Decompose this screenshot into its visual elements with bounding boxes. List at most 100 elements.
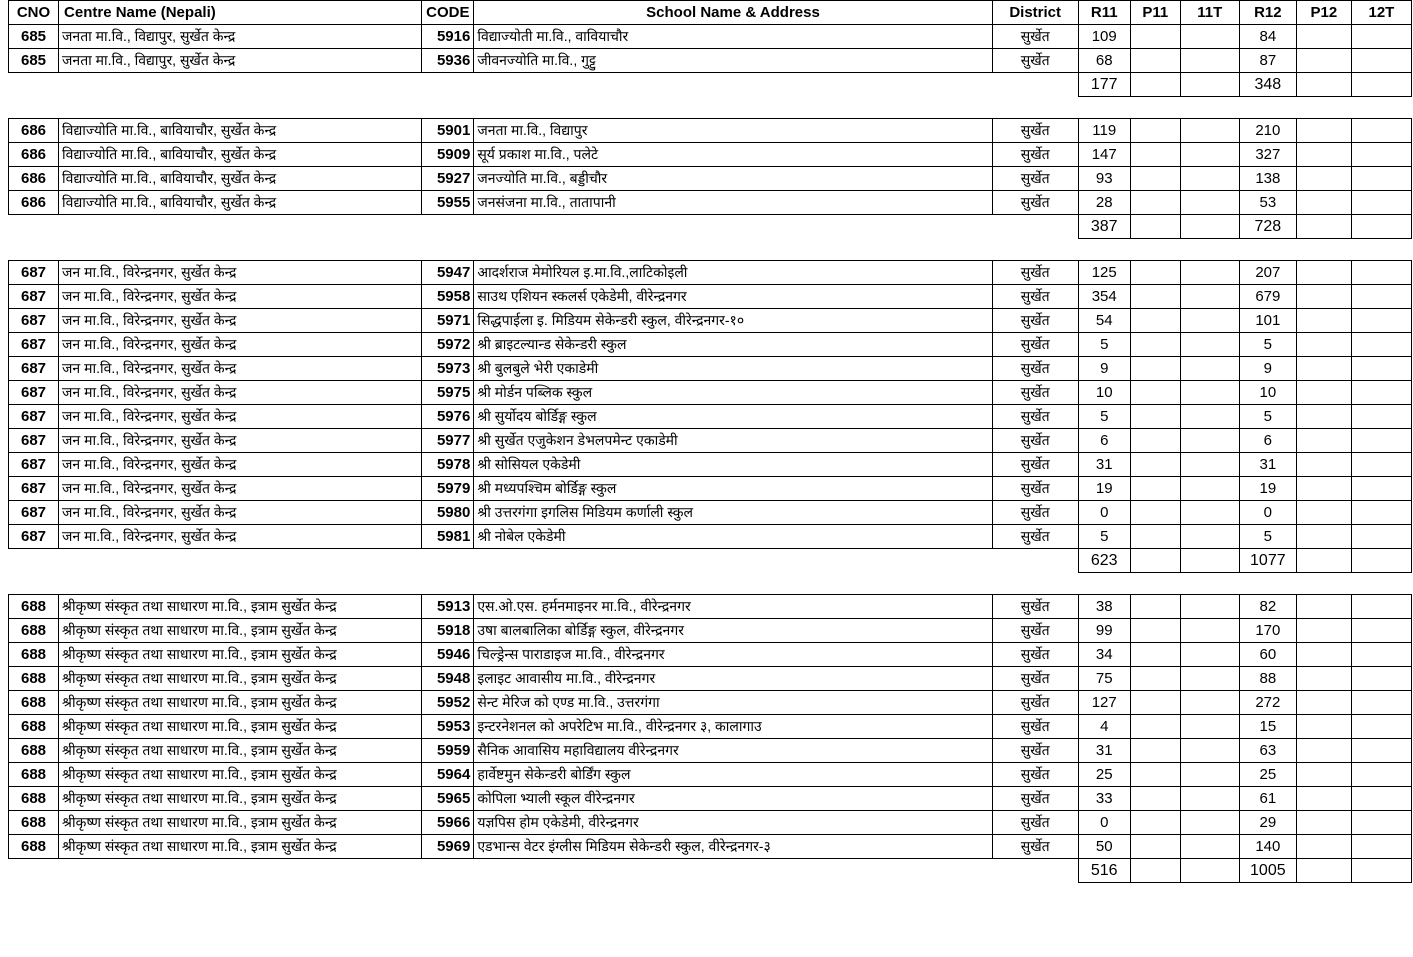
cell-school-name-text: श्री सोसियल एकेडेमी bbox=[477, 456, 581, 472]
cell-school-name: चिल्ड्रेन्स पाराडाइज मा.वि., वीरेन्द्रनग… bbox=[473, 642, 993, 667]
cell-code: 5947 bbox=[421, 260, 475, 285]
total-spacer-cell bbox=[474, 859, 992, 883]
cell-district-text: सुर्खेत bbox=[1020, 718, 1050, 734]
cell-p11 bbox=[1129, 380, 1181, 405]
cell-district: सुर्खेत bbox=[991, 48, 1079, 73]
cell-r12: 9 bbox=[1238, 356, 1297, 381]
cell-11t bbox=[1179, 594, 1240, 619]
total-spacer-cell bbox=[992, 215, 1078, 239]
cell-district: सुर्खेत bbox=[991, 810, 1079, 835]
total-p12 bbox=[1295, 214, 1352, 239]
cell-district-text: सुर्खेत bbox=[1020, 432, 1050, 448]
cell-12t bbox=[1350, 166, 1413, 191]
cell-code: 5952 bbox=[421, 690, 475, 715]
cell-school-name-text: जनज्योति मा.वि., बड्डीचौर bbox=[477, 170, 608, 186]
cell-r12: 87 bbox=[1238, 48, 1297, 73]
column-header-cno: CNO bbox=[7, 0, 60, 25]
cell-code: 5978 bbox=[421, 452, 475, 477]
cell-code: 5948 bbox=[421, 666, 475, 691]
cell-12t bbox=[1350, 308, 1413, 333]
cell-school-name-text: चिल्ड्रेन्स पाराडाइज मा.वि., वीरेन्द्रनग… bbox=[477, 646, 665, 662]
cell-cno: 688 bbox=[7, 810, 60, 835]
cell-school-name: श्री सुर्खेत एजुकेशन डेभलपमेन्ट एकाडेमी bbox=[473, 428, 993, 453]
cell-cno: 687 bbox=[7, 260, 60, 285]
cell-p12 bbox=[1295, 762, 1352, 787]
cell-11t bbox=[1179, 166, 1240, 191]
cell-centre-name-text: श्रीकृष्ण संस्कृत तथा साधारण मा.वि., इत्… bbox=[62, 598, 337, 614]
cell-12t bbox=[1350, 786, 1413, 811]
cell-code: 5969 bbox=[421, 834, 475, 859]
cell-district: सुर्खेत bbox=[991, 356, 1079, 381]
cell-cno: 687 bbox=[7, 404, 60, 429]
cell-p12 bbox=[1295, 380, 1352, 405]
cell-p11 bbox=[1129, 738, 1181, 763]
cell-11t bbox=[1179, 786, 1240, 811]
cell-centre-name-text: विद्याज्योति मा.वि., बावियाचौर, सुर्खेत … bbox=[62, 194, 277, 210]
block-total-row: 387 728 bbox=[9, 214, 1413, 239]
cell-centre-name-text: जन मा.वि., विरेन्द्रनगर, सुर्खेत केन्द्र bbox=[62, 360, 237, 376]
cell-p12 bbox=[1295, 738, 1352, 763]
cell-school-name-text: विद्याज्योती मा.वि., वावियाचौर bbox=[477, 28, 629, 44]
block-separator bbox=[9, 97, 1412, 119]
cell-code: 5977 bbox=[421, 428, 475, 453]
cell-school-name-text: सेन्ट मेरिज को एण्ड मा.वि., उत्तरगंगा bbox=[477, 694, 660, 710]
cell-cno: 687 bbox=[7, 308, 60, 333]
table-row: 687 जन मा.वि., विरेन्द्रनगर, सुर्खेत केन्… bbox=[7, 284, 1413, 309]
cell-school-name-text: एडभान्स वेटर इंग्लीस मिडियम सेकेन्डरी स्… bbox=[477, 838, 771, 854]
cell-p11 bbox=[1129, 666, 1181, 691]
cell-11t bbox=[1179, 48, 1240, 73]
cell-cno: 686 bbox=[7, 166, 60, 191]
cell-school-name: जनता मा.वि., विद्यापुर bbox=[473, 118, 993, 143]
cell-district-text: सुर्खेत bbox=[1020, 122, 1050, 138]
cell-p12 bbox=[1295, 166, 1352, 191]
cell-11t bbox=[1179, 738, 1240, 763]
cell-11t bbox=[1179, 452, 1240, 477]
cell-r11: 5 bbox=[1077, 332, 1131, 357]
cell-school-name-text: इलाइट आवासीय मा.वि., वीरेन्द्रनगर bbox=[477, 670, 656, 686]
column-header-p12: P12 bbox=[1295, 0, 1352, 25]
table-row: 688 श्रीकृष्ण संस्कृत तथा साधारण मा.वि., … bbox=[7, 618, 1413, 643]
total-p11 bbox=[1129, 858, 1181, 883]
block-separator-cell bbox=[9, 573, 1412, 595]
total-spacer-cell bbox=[59, 73, 422, 97]
cell-district-text: सुर्खेत bbox=[1020, 146, 1050, 162]
cell-r12: 19 bbox=[1238, 476, 1297, 501]
cell-school-name-text: श्री बुलबुले भेरी एकाडेमी bbox=[477, 360, 599, 376]
cell-p11 bbox=[1129, 452, 1181, 477]
cell-district: सुर्खेत bbox=[991, 762, 1079, 787]
cell-r11: 19 bbox=[1077, 476, 1131, 501]
cell-district: सुर्खेत bbox=[991, 118, 1079, 143]
total-spacer-cell bbox=[992, 859, 1078, 883]
cell-centre-name: जन मा.वि., विरेन्द्रनगर, सुर्खेत केन्द्र bbox=[58, 332, 423, 357]
cell-11t bbox=[1179, 308, 1240, 333]
cell-school-name-text: श्री मोर्डन पब्लिक स्कुल bbox=[477, 384, 593, 400]
cell-centre-name-text: जन मा.वि., विरेन्द्रनगर, सुर्खेत केन्द्र bbox=[62, 384, 237, 400]
cell-p11 bbox=[1129, 786, 1181, 811]
cell-cno: 688 bbox=[7, 786, 60, 811]
table-row: 686 विद्याज्योति मा.वि., बावियाचौर, सुर्ख… bbox=[7, 118, 1413, 143]
table-row: 686 विद्याज्योति मा.वि., बावियाचौर, सुर्ख… bbox=[7, 142, 1413, 167]
cell-school-name: श्री नोबेल एकेडेमी bbox=[473, 524, 993, 549]
cell-centre-name: जन मा.वि., विरेन्द्रनगर, सुर्खेत केन्द्र bbox=[58, 380, 423, 405]
cell-12t bbox=[1350, 666, 1413, 691]
cell-12t bbox=[1350, 618, 1413, 643]
cell-centre-name: जन मा.वि., विरेन्द्रनगर, सुर्खेत केन्द्र bbox=[58, 260, 423, 285]
cell-r12: 53 bbox=[1238, 190, 1297, 215]
total-p12 bbox=[1295, 72, 1352, 97]
cell-11t bbox=[1179, 24, 1240, 49]
cell-centre-name-text: जन मा.वि., विरेन्द्रनगर, सुर्खेत केन्द्र bbox=[62, 504, 237, 520]
cell-centre-name: जन मा.वि., विरेन्द्रनगर, सुर्खेत केन्द्र bbox=[58, 524, 423, 549]
cell-district-text: सुर्खेत bbox=[1020, 194, 1050, 210]
cell-p12 bbox=[1295, 786, 1352, 811]
cell-school-name-text: सिद्धपाईला इ. मिडियम सेकेन्डरी स्कुल, वी… bbox=[477, 312, 745, 328]
cell-school-name-text: सैनिक आवासिय महाविद्यालय वीरेन्द्रनगर bbox=[477, 742, 679, 758]
cell-r11: 127 bbox=[1077, 690, 1131, 715]
cell-code: 5955 bbox=[421, 190, 475, 215]
cell-district: सुर्खेत bbox=[991, 24, 1079, 49]
cell-p11 bbox=[1129, 476, 1181, 501]
cell-p11 bbox=[1129, 24, 1181, 49]
column-header-12t: 12T bbox=[1350, 0, 1413, 25]
cell-district: सुर्खेत bbox=[991, 452, 1079, 477]
total-spacer-cell bbox=[474, 73, 992, 97]
cell-11t bbox=[1179, 118, 1240, 143]
